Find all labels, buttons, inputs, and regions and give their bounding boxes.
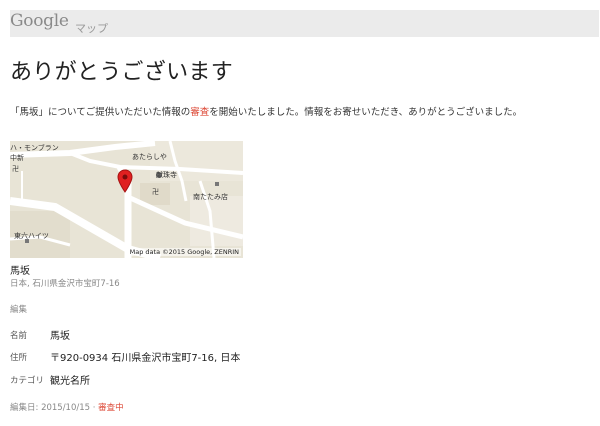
detail-label-address: 住所 [10,353,28,363]
detail-label-category: カテゴリ [10,376,45,386]
confirmation-message: 「馬坂」についてご提供いただいた情報の審査を開始いたしました。情報をお寄せいただ… [10,104,522,118]
detail-label-name: 名前 [10,331,28,341]
detail-value-category: 観光名所 [50,376,90,387]
map-label-temple-1: 卍 [12,165,19,173]
map-label-atarashiya: あたらしや [132,153,167,161]
edit-link[interactable]: 編集 [10,303,27,315]
logo-maps-text: マップ [75,22,108,35]
map-label-shin: 中新 [10,154,24,162]
map-thumbnail[interactable]: ハ・モンブラン 中新 卍 あたらしや 献珠寺 卍 南たたみ店 東六ハイツ Map… [10,141,243,258]
edit-status-line: 編集日: 2015/10/15 · 審査中 [10,401,124,413]
page-title: ありがとうございます [10,60,234,85]
place-name: 馬坂 [10,266,30,277]
map-label-kenjuji: 献珠寺 [156,171,177,179]
detail-value-address: 〒920-0934 石川県金沢市宝町7-16, 日本 [50,353,241,364]
edited-date: 編集日: 2015/10/15 · [10,403,99,413]
place-address: 日本, 石川県金沢市宝町7-16 [10,279,120,289]
review-status-badge[interactable]: 審査中 [98,403,124,413]
map-label-minami-tatami: 南たたみ店 [193,193,228,201]
detail-value-name: 馬坂 [50,331,70,342]
map-label-mont-blanc: ハ・モンブラン [10,144,59,152]
message-text-1: 「馬坂」についてご提供いただいた情報の [10,107,191,118]
message-text-2: を開始いたしました。情報をお寄せいただき、ありがとうございました。 [209,107,523,118]
header-bar: Google マップ [10,10,599,37]
location-pin-icon[interactable] [117,169,133,193]
logo-google-text: Google [10,11,69,31]
review-link[interactable]: 審査 [190,107,209,118]
map-label-temple-2: 卍 [152,188,159,196]
map-label-higashi-haitsu: 東六ハイツ [14,232,49,240]
map-attribution: Map data ©2015 Google, ZENRIN [127,248,241,256]
